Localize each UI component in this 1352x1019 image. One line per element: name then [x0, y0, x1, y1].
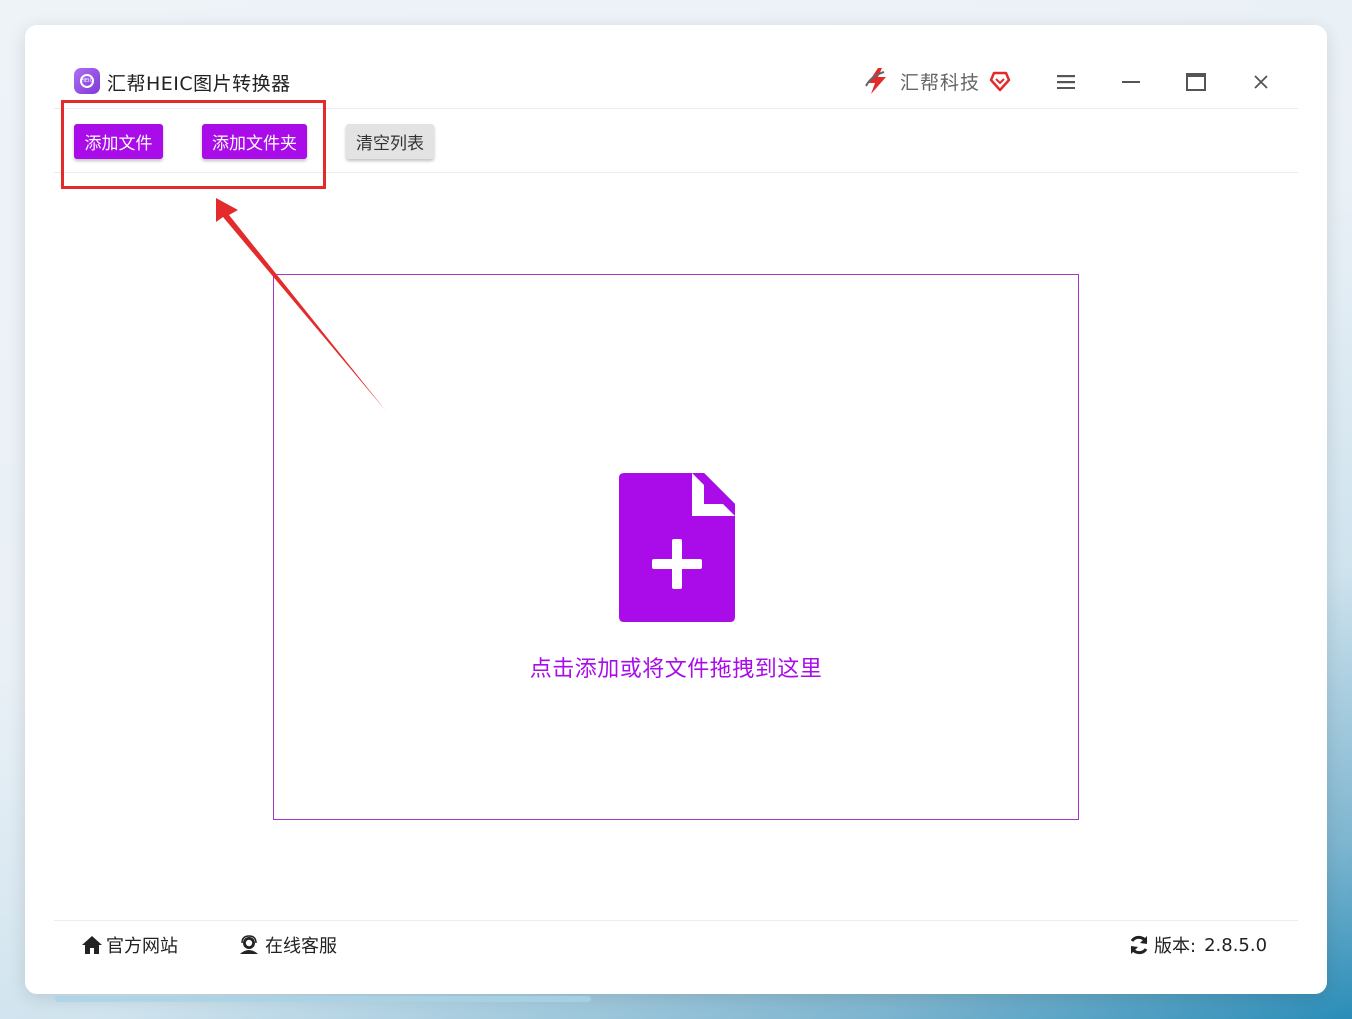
maximize-icon — [1186, 73, 1206, 91]
brand-logo-icon — [865, 68, 886, 94]
online-support-link[interactable]: 在线客服 — [238, 932, 337, 958]
dropzone-hint: 点击添加或将文件拖拽到这里 — [529, 657, 823, 682]
annotation-highlight-box — [61, 100, 326, 189]
official-website-link[interactable]: 官方网站 — [81, 932, 178, 958]
app-logo-icon: HEIC — [74, 68, 100, 94]
status-bar: 官方网站 在线客服 版本: 2.8.5.0 — [54, 920, 1298, 967]
app-title: 汇帮HEIC图片转换器 — [107, 73, 291, 95]
refresh-icon — [1130, 935, 1148, 955]
clear-list-button[interactable]: 清空列表 — [346, 124, 434, 159]
home-icon — [82, 936, 102, 954]
vip-heart-icon — [989, 71, 1011, 92]
add-file-icon — [619, 473, 735, 622]
brand[interactable]: 汇帮科技 — [862, 66, 1012, 96]
maximize-button[interactable] — [1181, 68, 1211, 96]
official-website-label: 官方网站 — [106, 936, 178, 957]
online-support-label: 在线客服 — [265, 936, 337, 957]
close-icon — [1254, 75, 1268, 89]
menu-icon — [1057, 75, 1075, 89]
close-button[interactable] — [1246, 68, 1276, 96]
version-number: 2.8.5.0 — [1204, 934, 1268, 956]
menu-button[interactable] — [1051, 68, 1081, 96]
brand-name: 汇帮科技 — [900, 71, 981, 94]
version-info: 版本: 2.8.5.0 — [1128, 932, 1267, 958]
minimize-icon — [1122, 81, 1140, 83]
taskbar-hint — [55, 996, 591, 1002]
minimize-button[interactable] — [1116, 68, 1146, 96]
annotation-arrow-icon — [216, 198, 386, 411]
support-agent-icon — [240, 935, 258, 954]
version-label: 版本: — [1154, 936, 1197, 957]
